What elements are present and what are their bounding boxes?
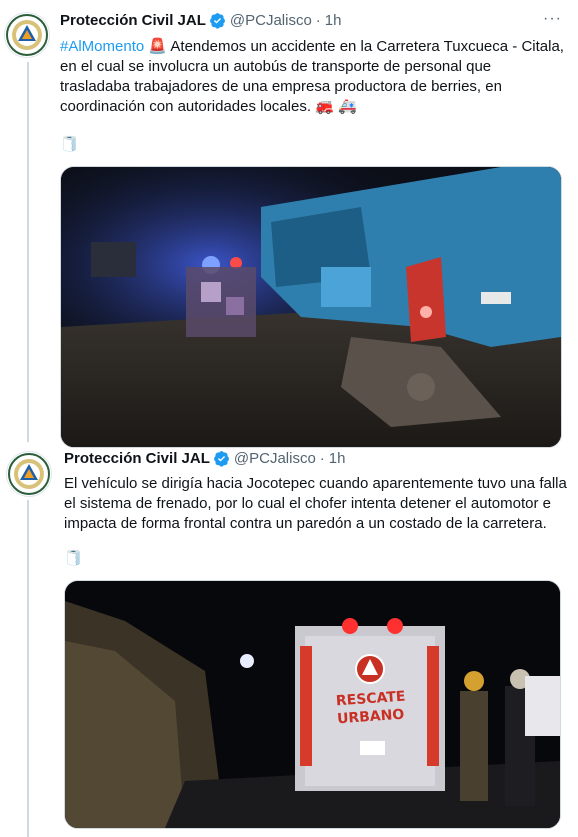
rescue-truck-photo: RESCATE URBANO — [65, 581, 560, 828]
tweet-text: #AlMomento 🚨 Atendemos un accidente en l… — [60, 37, 565, 117]
extra-emoji: 🧻 — [60, 136, 79, 153]
siren-emoji: 🚨 — [148, 38, 168, 55]
bus-accident-photo — [61, 167, 561, 447]
verified-badge-icon — [209, 13, 225, 29]
author-handle[interactable]: @PCJalisco — [234, 450, 316, 467]
proteccion-civil-logo-icon — [6, 14, 48, 56]
avatar[interactable] — [6, 451, 52, 497]
hashtag-link[interactable]: #AlMomento — [60, 38, 144, 55]
verified-badge-icon — [213, 451, 229, 467]
thread-connector — [27, 500, 29, 837]
tweet-photo[interactable] — [60, 166, 562, 448]
more-options-icon[interactable]: ··· — [543, 10, 562, 28]
avatar[interactable] — [4, 12, 50, 58]
author-handle[interactable]: @PCJalisco — [230, 12, 312, 29]
author-name[interactable]: Protección Civil JAL — [64, 450, 210, 467]
vehicle-emojis: 🚒 🚑 — [315, 98, 357, 115]
separator-dot: · — [315, 12, 321, 29]
tweet-header: Protección Civil JAL @PCJalisco · 1h — [60, 12, 341, 29]
tweet-header: Protección Civil JAL @PCJalisco · 1h — [64, 450, 345, 467]
timestamp[interactable]: 1h — [325, 12, 342, 29]
extra-emoji: 🧻 — [64, 550, 83, 567]
tweet-text: El vehículo se dirigía hacia Jocotepec c… — [64, 475, 567, 532]
proteccion-civil-logo-icon — [8, 453, 50, 495]
thread-connector — [27, 62, 29, 442]
timestamp[interactable]: 1h — [329, 450, 346, 467]
tweet-photo[interactable]: RESCATE URBANO — [64, 580, 561, 829]
author-name[interactable]: Protección Civil JAL — [60, 12, 206, 29]
separator-dot: · — [319, 450, 325, 467]
